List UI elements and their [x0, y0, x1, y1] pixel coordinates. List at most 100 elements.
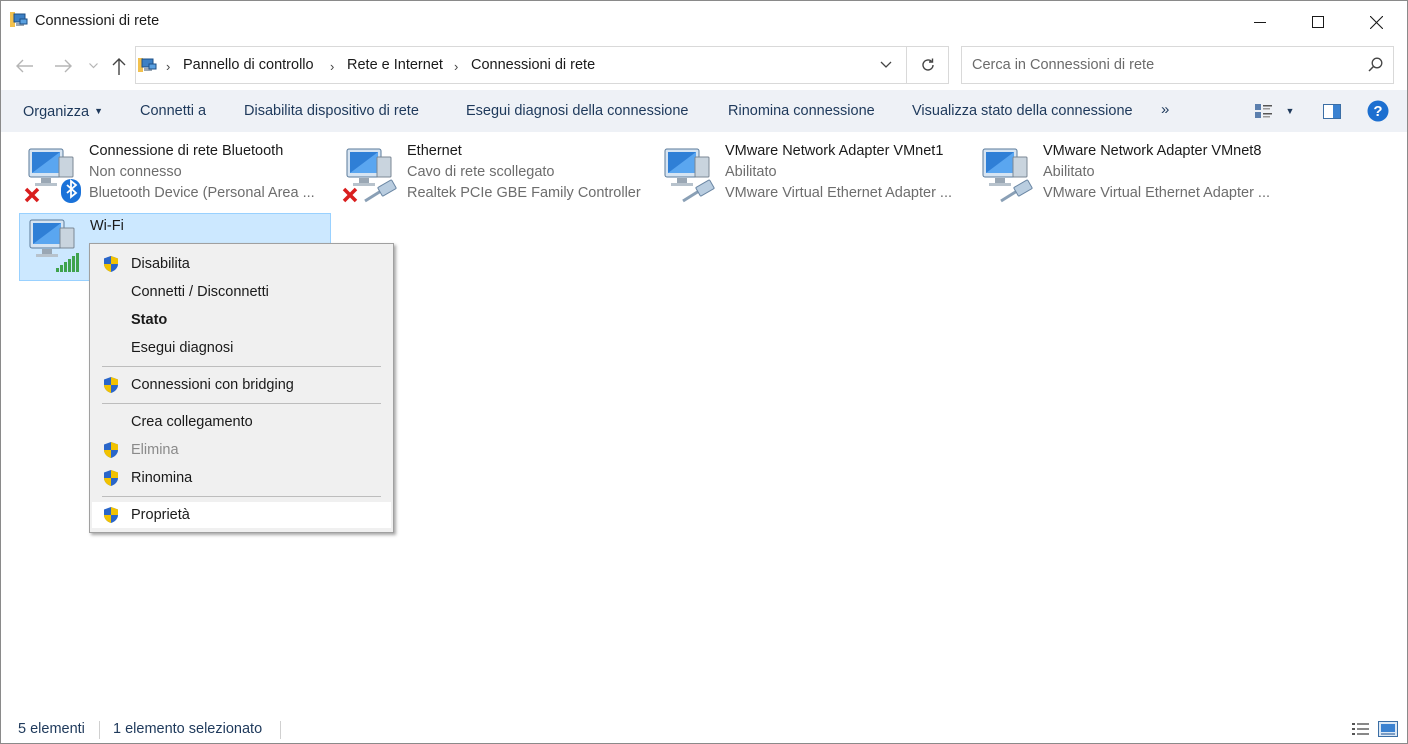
- refresh-button[interactable]: [907, 46, 949, 84]
- connection-item-vmnet1[interactable]: VMware Network Adapter VMnet1 Abilitato …: [655, 139, 967, 207]
- preview-pane-button[interactable]: [1319, 90, 1345, 132]
- signal-bars-icon: [56, 253, 79, 272]
- chevron-down-icon: [88, 63, 98, 69]
- ethernet-adapter-icon: [664, 148, 715, 203]
- breadcrumb-separator: ›: [330, 59, 335, 74]
- menu-item-create-shortcut[interactable]: Crea collegamento: [92, 409, 391, 435]
- rename-connection-button[interactable]: Rinomina connessione: [728, 90, 875, 132]
- uac-shield-icon: [104, 256, 118, 272]
- menu-item-diagnose[interactable]: Esegui diagnosi: [92, 335, 391, 361]
- connection-status: Abilitato: [725, 164, 777, 180]
- menu-item-disable[interactable]: Disabilita: [92, 251, 391, 277]
- details-view-icon: [1352, 723, 1369, 735]
- menu-item-label: Rinomina: [131, 470, 193, 486]
- search-box[interactable]: [961, 46, 1394, 84]
- menu-separator: [102, 496, 381, 497]
- connection-name: VMware Network Adapter VMnet1: [725, 143, 944, 159]
- diagnose-connection-button[interactable]: Esegui diagnosi della connessione: [466, 90, 689, 132]
- change-view-button[interactable]: [1251, 90, 1277, 132]
- menu-item-bridge-connections[interactable]: Connessioni con bridging: [92, 372, 391, 398]
- address-history-dropdown[interactable]: [866, 47, 906, 83]
- view-dropdown-button[interactable]: ▼: [1281, 90, 1299, 132]
- breadcrumb-network-connections[interactable]: Connessioni di rete: [471, 57, 595, 73]
- connection-name: Ethernet: [407, 143, 462, 159]
- search-icon: [1368, 57, 1383, 72]
- breadcrumb-separator: ›: [166, 59, 171, 74]
- breadcrumb-separator: ›: [454, 59, 459, 74]
- selection-count: 1 elemento selezionato: [113, 721, 263, 737]
- menu-item-label: Connetti / Disconnetti: [131, 284, 269, 300]
- navigation-row: › Pannello di controllo › Rete e Interne…: [1, 43, 1407, 89]
- view-connection-status-button[interactable]: Visualizza stato della connessione: [912, 90, 1133, 132]
- menu-item-connect-disconnect[interactable]: Connetti / Disconnetti: [92, 279, 391, 305]
- back-button[interactable]: [13, 53, 37, 79]
- connection-device: Realtek PCIe GBE Family Controller: [407, 185, 641, 201]
- preview-pane-icon: [1323, 103, 1341, 119]
- connection-status: Abilitato: [1043, 164, 1095, 180]
- command-bar: Organizza ▼ Connetti a Disabilita disposi…: [1, 90, 1407, 132]
- connection-item-vmnet8[interactable]: VMware Network Adapter VMnet8 Abilitato …: [973, 139, 1285, 207]
- up-button[interactable]: [107, 53, 131, 79]
- bluetooth-adapter-icon: [24, 148, 81, 203]
- uac-shield-icon: [104, 442, 118, 458]
- forward-button[interactable]: [51, 53, 75, 79]
- search-input[interactable]: [962, 47, 1362, 83]
- refresh-icon: [921, 58, 934, 71]
- view-options-icon: [1255, 104, 1272, 118]
- menu-separator: [102, 403, 381, 404]
- maximize-icon: [1312, 16, 1324, 28]
- menu-item-label: Connessioni con bridging: [131, 377, 294, 393]
- connection-item-bluetooth[interactable]: Connessione di rete Bluetooth Non connes…: [19, 139, 331, 207]
- breadcrumb-network-internet[interactable]: Rete e Internet: [347, 57, 443, 73]
- menu-item-delete: Elimina: [92, 437, 391, 463]
- close-button[interactable]: [1347, 1, 1405, 43]
- connect-to-button[interactable]: Connetti a: [140, 90, 206, 132]
- more-commands-button[interactable]: »: [1161, 90, 1169, 132]
- window-title: Connessioni di rete: [35, 13, 160, 29]
- menu-item-rename[interactable]: Rinomina: [92, 465, 391, 491]
- chevron-down-icon: [880, 61, 892, 68]
- dropdown-caret-icon: ▼: [94, 106, 104, 116]
- connection-name: VMware Network Adapter VMnet8: [1043, 143, 1262, 159]
- minimize-button[interactable]: [1231, 1, 1289, 43]
- help-glyph: ?: [1373, 103, 1382, 120]
- maximize-button[interactable]: [1289, 1, 1347, 43]
- organize-menu-button[interactable]: Organizza ▼: [23, 90, 103, 132]
- wifi-adapter-icon: [29, 219, 79, 272]
- dropdown-caret-icon: ▼: [1285, 106, 1295, 116]
- menu-item-label: Esegui diagnosi: [131, 340, 234, 356]
- menu-item-properties[interactable]: Proprietà: [92, 502, 391, 528]
- recent-locations-button[interactable]: [86, 53, 100, 79]
- menu-item-label: Proprietà: [131, 507, 190, 523]
- connection-item-ethernet[interactable]: Ethernet Cavo di rete scollegato Realtek…: [337, 139, 649, 207]
- connection-device: VMware Virtual Ethernet Adapter ...: [1043, 185, 1271, 201]
- address-bar[interactable]: › Pannello di controllo › Rete e Interne…: [135, 46, 907, 84]
- minimize-icon: [1254, 22, 1266, 23]
- up-arrow-icon: [112, 58, 126, 75]
- network-cable-icon: [682, 179, 715, 203]
- connection-status: Cavo di rete scollegato: [407, 164, 555, 180]
- menu-separator: [102, 366, 381, 367]
- connection-name: Wi-Fi: [90, 218, 124, 234]
- details-view-button[interactable]: [1351, 721, 1371, 737]
- ethernet-adapter-icon: [342, 148, 397, 203]
- large-icons-view-button[interactable]: [1378, 721, 1398, 737]
- menu-item-status[interactable]: Stato: [92, 307, 391, 333]
- menu-item-label: Elimina: [131, 442, 179, 458]
- connection-device: Bluetooth Device (Personal Area ...: [89, 185, 315, 201]
- disconnected-x-icon: [24, 187, 40, 203]
- help-button[interactable]: ?: [1365, 90, 1391, 132]
- menu-item-label: Disabilita: [131, 256, 190, 272]
- close-icon: [1369, 15, 1383, 29]
- disconnected-x-icon: [342, 187, 358, 203]
- large-icons-view-icon: [1378, 721, 1398, 737]
- disable-device-button[interactable]: Disabilita dispositivo di rete: [244, 90, 419, 132]
- forward-arrow-icon: [55, 59, 72, 73]
- uac-shield-icon: [104, 507, 118, 523]
- control-panel-location-icon: [138, 58, 157, 72]
- item-count: 5 elementi: [18, 721, 85, 737]
- breadcrumb-control-panel[interactable]: Pannello di controllo: [183, 57, 314, 73]
- help-icon: ?: [1367, 100, 1389, 122]
- network-cable-icon: [1000, 179, 1033, 203]
- back-arrow-icon: [16, 59, 33, 73]
